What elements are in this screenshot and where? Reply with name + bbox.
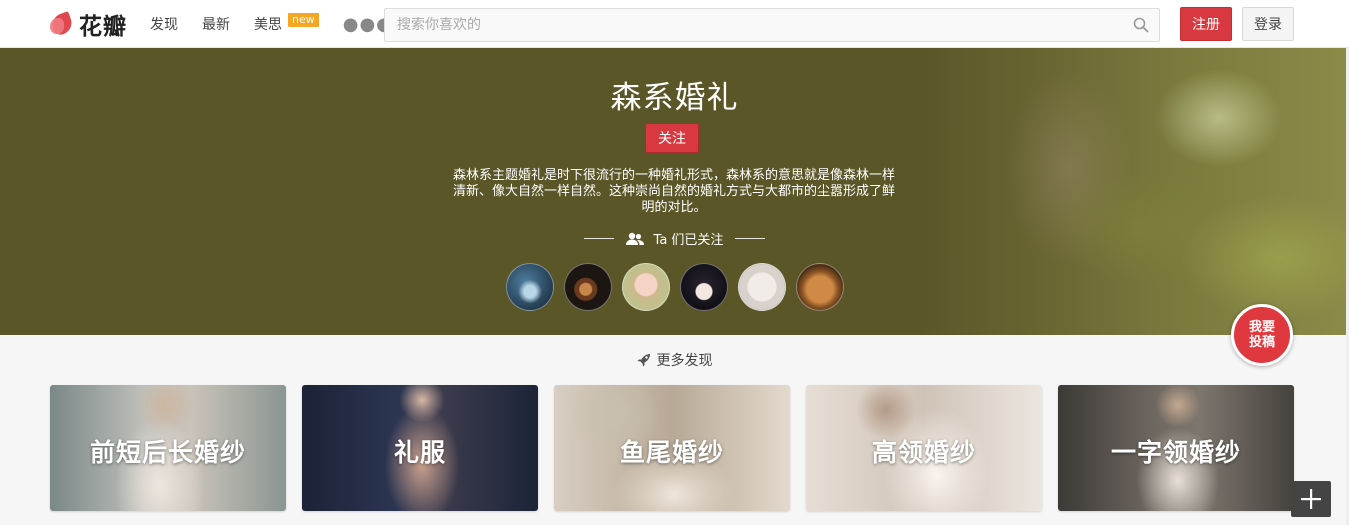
- submit-label-line2: 投稿: [1248, 335, 1275, 350]
- new-badge: new: [288, 13, 319, 27]
- follow-button[interactable]: 关注: [645, 123, 699, 153]
- avatar[interactable]: [621, 263, 670, 311]
- nav-item-label: 发现: [150, 17, 178, 33]
- followers-heading: Ta 们已关注: [0, 229, 1349, 248]
- nav-item-label: 最新: [202, 17, 230, 33]
- submit-label-line1: 我要: [1248, 320, 1275, 335]
- card-label: 礼服: [393, 438, 446, 467]
- divider: [735, 238, 766, 239]
- search-input[interactable]: [385, 9, 1159, 41]
- users-icon: [625, 232, 644, 245]
- avatar[interactable]: [505, 263, 554, 311]
- rocket-icon: [637, 354, 650, 367]
- discovery-card[interactable]: 前短后长婚纱: [50, 385, 286, 511]
- signup-button[interactable]: 注册: [1180, 7, 1232, 41]
- plus-icon: [1301, 489, 1321, 509]
- search-icon[interactable]: [1133, 17, 1149, 33]
- followers-label: Ta 们已关注: [653, 233, 724, 248]
- nav-item-meisi[interactable]: 美思 new: [254, 13, 319, 34]
- avatar[interactable]: [563, 263, 612, 311]
- avatar[interactable]: [737, 263, 786, 311]
- card-label: 鱼尾婚纱: [619, 438, 724, 467]
- discovery-card[interactable]: 鱼尾婚纱: [554, 385, 790, 511]
- nav-item-latest[interactable]: 最新: [202, 14, 230, 34]
- avatar[interactable]: [679, 263, 728, 311]
- topic-hero: 森系婚礼 关注 森林系主题婚礼是时下很流行的一种婚礼形式，森林系的意思就是像森林…: [0, 48, 1349, 335]
- top-header: 花瓣 发现 最新 美思new ●●● 注册 登录: [0, 0, 1349, 48]
- follower-avatars: [0, 263, 1349, 311]
- discovery-cards: 前短后长婚纱 礼服 鱼尾婚纱 高领婚纱 一字领婚纱: [50, 385, 1294, 511]
- discovery-card[interactable]: 一字领婚纱: [1058, 385, 1294, 511]
- topic-title: 森系婚礼: [610, 80, 739, 116]
- discovery-card[interactable]: 高领婚纱: [806, 385, 1042, 511]
- card-label: 高领婚纱: [871, 438, 976, 467]
- more-discoveries-heading: 更多发现: [0, 350, 1349, 370]
- login-button[interactable]: 登录: [1242, 7, 1294, 41]
- logo-icon: [49, 11, 76, 37]
- topic-description: 森林系主题婚礼是时下很流行的一种婚礼形式，森林系的意思就是像森林一样清新、像大自…: [452, 168, 895, 215]
- card-label: 一字领婚纱: [1110, 438, 1241, 467]
- more-discoveries-title: 更多发现: [656, 353, 713, 369]
- nav-item-label: 美思: [254, 17, 282, 33]
- add-pin-button[interactable]: [1291, 481, 1331, 517]
- logo[interactable]: 花瓣: [49, 10, 127, 40]
- search-bar: [384, 8, 1160, 42]
- avatar[interactable]: [795, 263, 844, 311]
- main-nav: 发现 最新 美思 new ●●●: [150, 0, 393, 48]
- card-label: 前短后长婚纱: [89, 438, 246, 467]
- divider: [583, 238, 614, 239]
- discovery-card[interactable]: 礼服: [302, 385, 538, 511]
- nav-item-discover[interactable]: 发现: [150, 14, 178, 34]
- submit-pin-button[interactable]: 我要 投稿: [1231, 304, 1293, 366]
- logo-text: 花瓣: [79, 14, 127, 40]
